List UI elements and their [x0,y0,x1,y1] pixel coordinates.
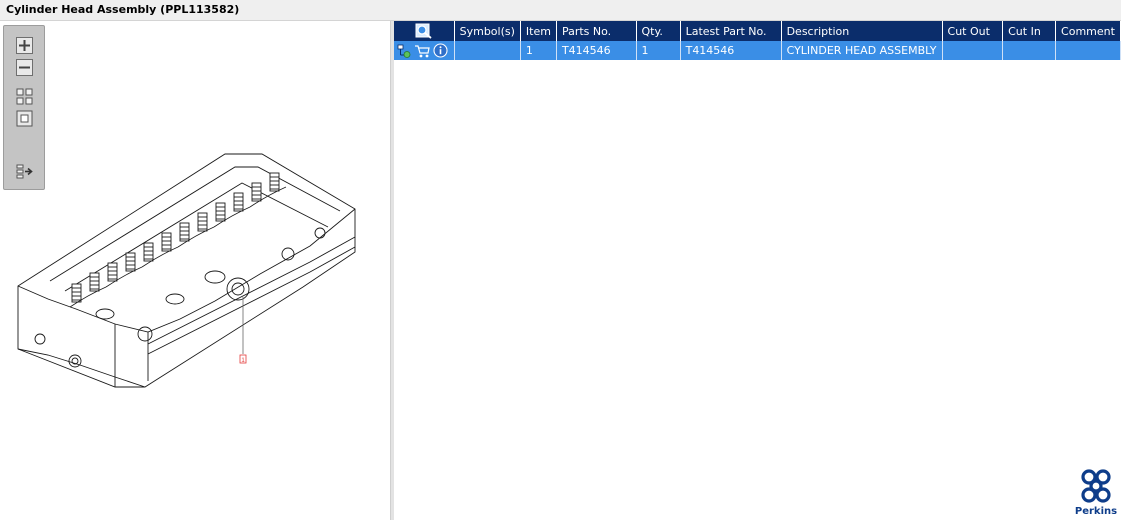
info-icon[interactable] [433,43,448,58]
fit-window-icon [16,88,33,105]
perkins-brand-icon [1081,469,1111,503]
cylinder-head-drawing[interactable]: 1 [10,149,366,389]
zoom-in-button[interactable] [15,36,34,55]
cell-symbols [454,41,521,60]
column-header-item[interactable]: Item [520,21,557,41]
cell-latest-part-no: T414546 [680,41,782,60]
fit-all-button[interactable] [15,87,34,106]
row-action-icons [394,41,455,60]
column-header-qty[interactable]: Qty. [636,21,681,41]
minus-icon [16,59,33,76]
cell-qty: 1 [636,41,681,60]
cell-cut-out [942,41,1004,60]
cell-description: CYLINDER HEAD ASSEMBLY [781,41,943,60]
perkins-logo: Perkins [1074,468,1118,518]
column-header-parts-no[interactable]: Parts No. [556,21,637,41]
column-header-symbols[interactable]: Symbol(s) [454,21,521,41]
column-header-cut-in[interactable]: Cut In [1002,21,1057,41]
table-row[interactable]: 1 T414546 1 T414546 CYLINDER HEAD ASSEMB… [394,41,1121,60]
column-header-comment[interactable]: Comment [1055,21,1121,41]
zoom-out-button[interactable] [15,58,34,77]
table-header-row: Symbol(s) Item Parts No. Qty. Latest Par… [394,21,1121,41]
parts-table: Symbol(s) Item Parts No. Qty. Latest Par… [394,21,1121,60]
parts-list-pane: Symbol(s) Item Parts No. Qty. Latest Par… [394,21,1121,520]
column-header-latest-part-no[interactable]: Latest Part No. [680,21,782,41]
plus-icon [16,37,33,54]
square-icon [16,110,33,127]
column-header-tools[interactable] [394,21,455,41]
column-header-description[interactable]: Description [781,21,943,41]
perkins-wordmark: Perkins [1074,506,1118,517]
cell-comment [1055,41,1121,60]
actual-size-button[interactable] [15,109,34,128]
tree-icon[interactable] [397,44,411,58]
cell-cut-in [1002,41,1057,60]
parts-viewer-window: Cylinder Head Assembly (PPL113582) 1 Sym… [0,0,1121,520]
window-title: Cylinder Head Assembly (PPL113582) [0,0,1121,21]
illustration-pane[interactable]: 1 [0,21,391,520]
column-header-cut-out[interactable]: Cut Out [942,21,1004,41]
cell-parts-no: T414546 [556,41,637,60]
search-list-icon [415,23,432,39]
cart-icon[interactable] [414,44,430,58]
cell-item: 1 [520,41,557,60]
